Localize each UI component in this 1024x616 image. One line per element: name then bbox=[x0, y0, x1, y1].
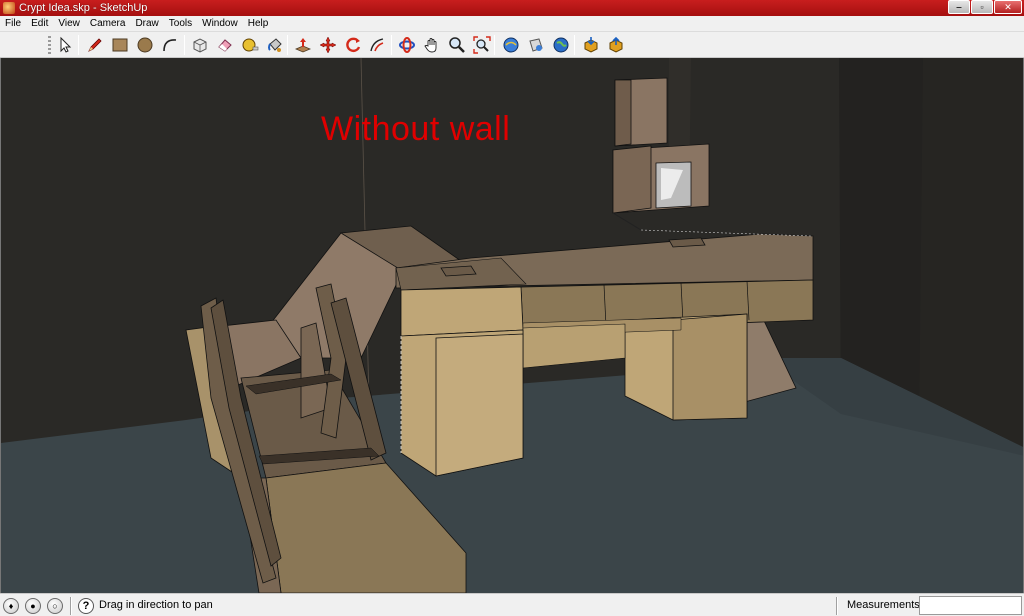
status-hint-text: Drag in direction to pan bbox=[99, 599, 213, 611]
share-model-icon[interactable] bbox=[525, 35, 546, 56]
close-button[interactable]: ✕ bbox=[994, 0, 1022, 14]
geo-location-icon[interactable]: ♦ bbox=[3, 598, 19, 614]
menu-help[interactable]: Help bbox=[243, 16, 274, 32]
make-component-icon[interactable] bbox=[189, 35, 210, 56]
menu-file[interactable]: File bbox=[0, 16, 26, 32]
google-earth-icon[interactable] bbox=[550, 35, 571, 56]
offset-icon[interactable] bbox=[367, 35, 388, 56]
menu-tools[interactable]: Tools bbox=[164, 16, 197, 32]
orbit-icon[interactable] bbox=[396, 35, 417, 56]
menu-bar: File Edit View Camera Draw Tools Window … bbox=[0, 16, 1024, 32]
paint-bucket-icon[interactable] bbox=[264, 35, 285, 56]
get-component-icon[interactable] bbox=[580, 35, 601, 56]
arc-icon[interactable] bbox=[159, 35, 180, 56]
minimize-button[interactable]: ‒ bbox=[948, 0, 970, 14]
rectangle-icon[interactable] bbox=[109, 35, 130, 56]
menu-window[interactable]: Window bbox=[197, 16, 243, 32]
tape-measure-icon[interactable] bbox=[239, 35, 260, 56]
menu-view[interactable]: View bbox=[53, 16, 85, 32]
rotate-icon[interactable] bbox=[342, 35, 363, 56]
user-profile-icon[interactable]: ○ bbox=[47, 598, 63, 614]
status-bar: ♦ ● ○ ? Drag in direction to pan Measure… bbox=[0, 593, 1024, 616]
share-component-icon[interactable] bbox=[605, 35, 626, 56]
maximize-button[interactable]: ▫ bbox=[971, 0, 993, 14]
toolbar bbox=[0, 32, 1024, 58]
zoom-extents-icon[interactable] bbox=[471, 35, 492, 56]
sketchup-app-icon[interactable] bbox=[3, 2, 15, 14]
credits-icon[interactable]: ● bbox=[25, 598, 41, 614]
scene-drawing bbox=[1, 58, 1023, 593]
push-pull-icon[interactable] bbox=[292, 35, 313, 56]
viewport-annotation-text: Without wall bbox=[321, 110, 511, 148]
pencil-line-icon[interactable] bbox=[84, 35, 105, 56]
get-models-icon[interactable] bbox=[500, 35, 521, 56]
menu-draw[interactable]: Draw bbox=[130, 16, 163, 32]
measurements-input[interactable] bbox=[919, 596, 1022, 615]
menu-camera[interactable]: Camera bbox=[85, 16, 131, 32]
circle-icon[interactable] bbox=[134, 35, 155, 56]
title-bar: Crypt Idea.skp - SketchUp ‒ ▫ ✕ bbox=[0, 0, 1024, 16]
modeling-viewport[interactable]: Without wall bbox=[0, 58, 1024, 593]
select-icon[interactable] bbox=[54, 35, 75, 56]
measurements-label: Measurements bbox=[847, 599, 920, 611]
toolbar-grip[interactable] bbox=[48, 36, 51, 54]
menu-edit[interactable]: Edit bbox=[26, 16, 53, 32]
help-icon[interactable]: ? bbox=[78, 598, 94, 614]
pan-icon[interactable] bbox=[421, 35, 442, 56]
move-icon[interactable] bbox=[317, 35, 338, 56]
eraser-icon[interactable] bbox=[214, 35, 235, 56]
zoom-icon[interactable] bbox=[446, 35, 467, 56]
window-title: Crypt Idea.skp - SketchUp bbox=[19, 2, 148, 14]
